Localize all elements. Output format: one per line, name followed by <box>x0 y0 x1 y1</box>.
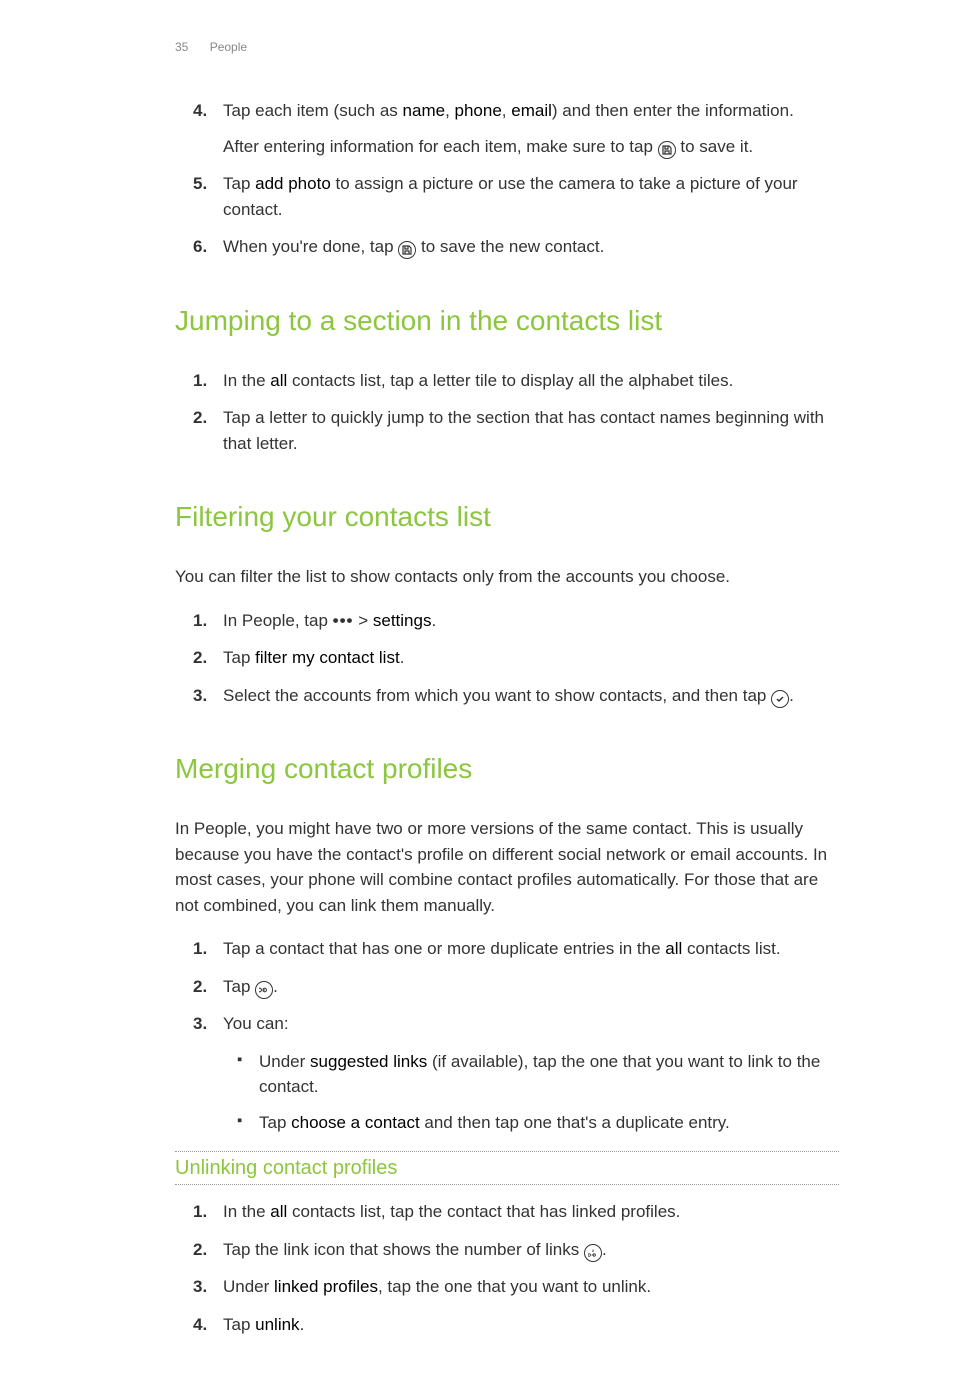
step-number: 2. <box>193 974 207 1000</box>
save-icon <box>658 141 676 159</box>
step-number: 3. <box>193 1274 207 1300</box>
jumping-step-1: 1. In the all contacts list, tap a lette… <box>219 368 839 394</box>
filter-label: filter my contact list <box>255 648 400 667</box>
merging-steps: 1. Tap a contact that has one or more du… <box>175 936 839 1135</box>
step-number: 1. <box>193 608 207 634</box>
step-number: 1. <box>193 368 207 394</box>
unlink-label: unlink <box>255 1315 299 1334</box>
step-number: 6. <box>193 234 207 260</box>
filtering-step-3: 3. Select the accounts from which you wa… <box>219 683 839 709</box>
svg-text:2: 2 <box>592 1248 595 1253</box>
all-label: all <box>270 1202 287 1221</box>
merging-bullet-2: Tap choose a contact and then tap one th… <box>259 1110 839 1136</box>
page-header: 35 People <box>175 38 839 56</box>
heading-unlinking: Unlinking contact profiles <box>175 1151 839 1185</box>
filtering-steps: 1. In People, tap ••• > settings. 2. Tap… <box>175 608 839 709</box>
merging-bullets: Under suggested links (if available), ta… <box>223 1049 839 1136</box>
step-number: 4. <box>193 1312 207 1338</box>
heading-jumping: Jumping to a section in the contacts lis… <box>175 300 839 342</box>
choose-contact-label: choose a contact <box>291 1113 420 1132</box>
all-label: all <box>665 939 682 958</box>
jumping-step-2: 2. Tap a letter to quickly jump to the s… <box>219 405 839 456</box>
step-number: 5. <box>193 171 207 197</box>
phone-label: phone <box>455 101 502 120</box>
suggested-links-label: suggested links <box>310 1052 427 1071</box>
heading-merging: Merging contact profiles <box>175 748 839 790</box>
step-5: 5. Tap add photo to assign a picture or … <box>219 171 839 222</box>
document-page: 35 People 4. Tap each item (such as name… <box>0 0 954 1389</box>
merging-intro: In People, you might have two or more ve… <box>175 816 839 918</box>
jumping-steps: 1. In the all contacts list, tap a lette… <box>175 368 839 457</box>
all-label: all <box>270 371 287 390</box>
filtering-step-1: 1. In People, tap ••• > settings. <box>219 608 839 634</box>
link-count-icon: 2 <box>584 1244 602 1262</box>
filtering-step-2: 2. Tap filter my contact list. <box>219 645 839 671</box>
name-label: name <box>403 101 446 120</box>
merging-bullet-1: Under suggested links (if available), ta… <box>259 1049 839 1100</box>
unlinking-step-3: 3. Under linked profiles, tap the one th… <box>219 1274 839 1300</box>
unlinking-step-4: 4. Tap unlink. <box>219 1312 839 1338</box>
unlinking-steps: 1. In the all contacts list, tap the con… <box>175 1199 839 1337</box>
unlinking-step-2: 2. Tap the link icon that shows the numb… <box>219 1237 839 1263</box>
checkmark-icon <box>771 690 789 708</box>
step-6: 6. When you're done, tap to save the new… <box>219 234 839 260</box>
section-name: People <box>210 40 247 54</box>
step-number: 3. <box>193 683 207 709</box>
step-number: 1. <box>193 1199 207 1225</box>
email-label: email <box>511 101 552 120</box>
page-number: 35 <box>175 40 188 54</box>
step-number: 4. <box>193 98 207 124</box>
step-number: 2. <box>193 405 207 431</box>
step-4-sub: After entering information for each item… <box>223 134 839 160</box>
merging-step-1: 1. Tap a contact that has one or more du… <box>219 936 839 962</box>
step-number: 1. <box>193 936 207 962</box>
filtering-intro: You can filter the list to show contacts… <box>175 564 839 590</box>
linked-profiles-label: linked profiles <box>274 1277 378 1296</box>
merging-step-3: 3. You can: Under suggested links (if av… <box>219 1011 839 1135</box>
step-number: 2. <box>193 645 207 671</box>
settings-label: settings <box>373 611 432 630</box>
more-icon: ••• <box>333 611 354 630</box>
step-4: 4. Tap each item (such as name, phone, e… <box>219 98 839 159</box>
step-number: 3. <box>193 1011 207 1037</box>
merging-step-2: 2. Tap . <box>219 974 839 1000</box>
add-photo-label: add photo <box>255 174 331 193</box>
link-icon <box>255 981 273 999</box>
save-icon <box>398 241 416 259</box>
step-number: 2. <box>193 1237 207 1263</box>
unlinking-step-1: 1. In the all contacts list, tap the con… <box>219 1199 839 1225</box>
intro-steps: 4. Tap each item (such as name, phone, e… <box>175 98 839 260</box>
heading-filtering: Filtering your contacts list <box>175 496 839 538</box>
